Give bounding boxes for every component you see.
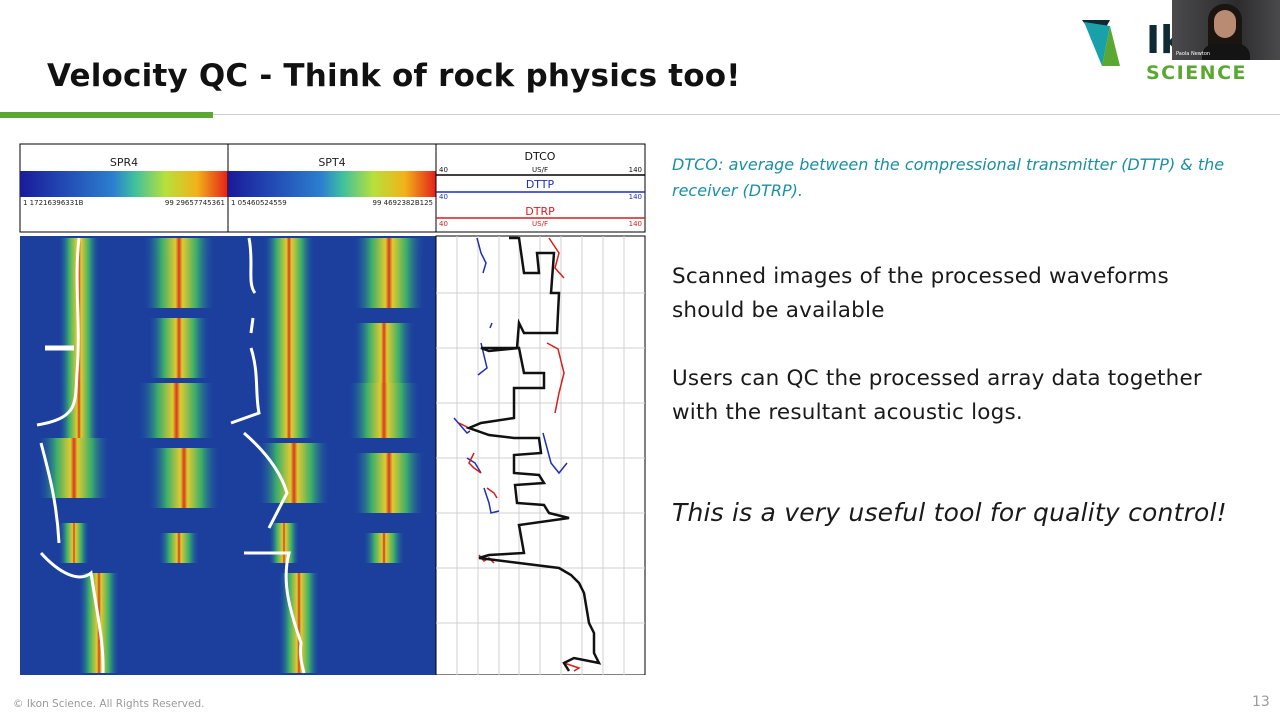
participant-video-thumbnail[interactable]: Paola Newton [1172,0,1280,60]
acoustic-log-figure: SPR4 1 17216396331B 99 29657745361 SPT4 … [19,143,646,675]
curve-dtco-unit: US/F [532,166,548,174]
title-accent-bar [0,112,213,118]
track-spt4-label: SPT4 [318,156,345,169]
track-spt4-min: 1 05460524559 [231,199,287,207]
curve-dtco-name: DTCO [525,150,556,163]
paragraph-useful-tool: This is a very useful tool for quality c… [672,498,1227,527]
curve-dtrp-min: 40 [439,220,448,228]
curve-dtrp-unit: US/F [532,220,548,228]
track-spt4-header: SPT4 1 05460524559 99 4692382B125 [227,143,437,233]
track-spr4-label: SPR4 [110,156,138,169]
curve-dttp-max: 140 [629,193,642,201]
slide-title: Velocity QC - Think of rock physics too! [47,58,741,94]
track-spr4-min: 1 17216396331B [23,199,84,207]
curve-dtrp-name: DTRP [525,205,555,218]
title-divider [213,114,1280,115]
waveform-image-spt4 [228,236,436,675]
curve-dtrp-max: 140 [629,220,642,228]
curve-dttp-name: DTTP [526,178,555,191]
dtco-caption: DTCO: average between the compressional … [672,155,1225,200]
logo-wordmark: SCIENCE [1146,62,1248,84]
participant-face [1214,10,1236,38]
track-curves-header: DTCO 40 US/F 140 DTTP 40 140 DTRP 40 US/… [435,143,646,233]
curve-dtco-min: 40 [439,166,448,174]
curve-dtco-max: 140 [629,166,642,174]
track-spr4-color-scale [20,171,228,197]
acoustic-curves-track [435,235,646,675]
curve-dttp-min: 40 [439,193,448,201]
participant-name: Paola Newton [1176,51,1211,57]
paragraph-scanned-images: Scanned images of the processed waveform… [672,264,1169,323]
paragraph-users-qc: Users can QC the processed array data to… [672,366,1202,425]
track-spr4-header: SPR4 1 17216396331B 99 29657745361 [19,143,229,233]
track-spt4-color-scale [228,171,436,197]
slide-number: 13 [1252,694,1270,710]
copyright-notice: © Ikon Science. All Rights Reserved. [13,698,205,710]
track-spt4-max: 99 4692382B125 [373,199,433,207]
waveform-image-spr4 [20,236,228,675]
track-spr4-max: 99 29657745361 [165,199,225,207]
